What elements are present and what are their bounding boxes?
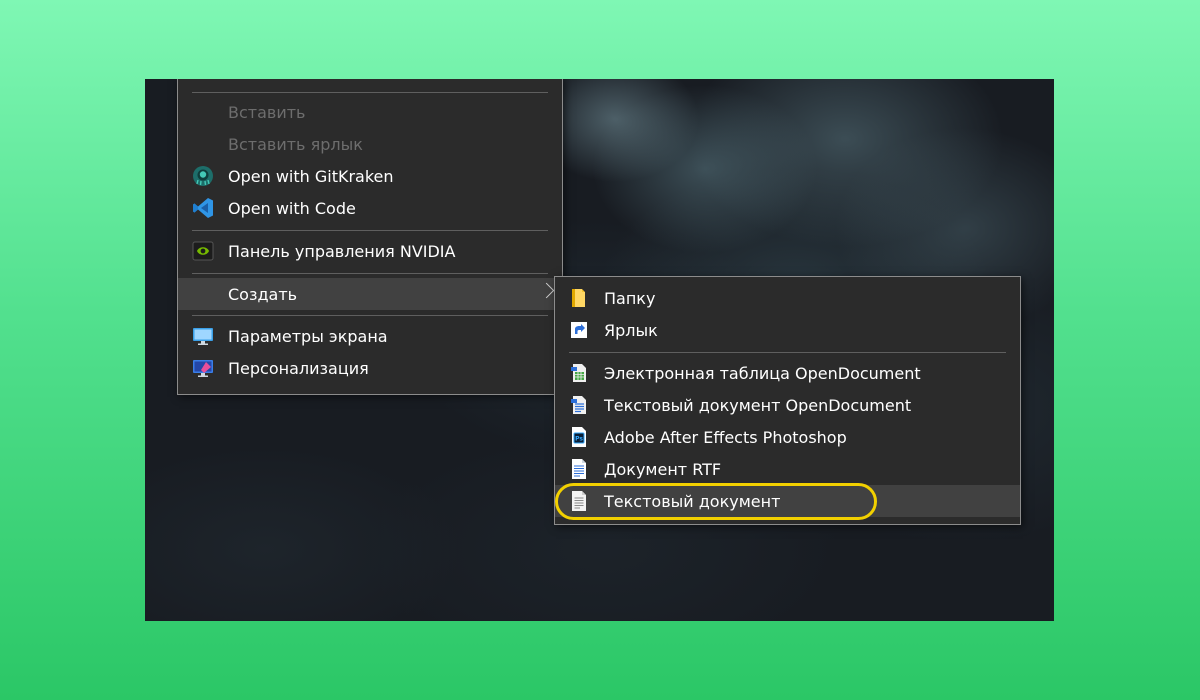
menu-item-personalization[interactable]: Персонализация [178, 352, 562, 384]
menu-item-nvidia-control-panel[interactable]: Панель управления NVIDIA [178, 235, 562, 267]
submenu-item-opendocument-text[interactable]: Текстовый документ OpenDocument [555, 389, 1020, 421]
menu-separator [192, 315, 548, 316]
shortcut-icon [568, 319, 590, 341]
submenu-item-photoshop[interactable]: Ps Adobe After Effects Photoshop [555, 421, 1020, 453]
gitkraken-icon [192, 165, 214, 187]
menu-separator [192, 92, 548, 93]
menu-item-label: Вставить [228, 102, 306, 122]
chevron-right-icon [538, 282, 555, 299]
text-document-icon [568, 490, 590, 512]
submenu-item-text-document[interactable]: Текстовый документ [555, 485, 1020, 517]
menu-item-paste-shortcut[interactable]: Вставить ярлык [178, 128, 562, 160]
display-icon [192, 325, 214, 347]
menu-item-label: Текстовый документ OpenDocument [604, 395, 912, 415]
svg-text:Ps: Ps [575, 436, 583, 443]
vscode-icon [192, 197, 214, 219]
menu-separator [569, 352, 1006, 353]
menu-item-display-settings[interactable]: Параметры экрана [178, 320, 562, 352]
menu-item-open-gitkraken[interactable]: Open with GitKraken [178, 160, 562, 192]
submenu-item-folder[interactable]: Папку [555, 282, 1020, 314]
folder-icon [568, 287, 590, 309]
odt-icon [568, 394, 590, 416]
nvidia-icon [192, 240, 214, 262]
menu-item-label: Электронная таблица OpenDocument [604, 363, 921, 383]
menu-separator [192, 273, 548, 274]
desktop-context-menu: Вставить Вставить ярлык Open with GitKra… [177, 79, 563, 395]
desktop-screen: Вставить Вставить ярлык Open with GitKra… [145, 79, 1054, 621]
menu-item-label: Документ RTF [604, 459, 722, 479]
menu-item-paste[interactable]: Вставить [178, 96, 562, 128]
photoshop-icon: Ps [568, 426, 590, 448]
rtf-icon [568, 458, 590, 480]
submenu-item-rtf-document[interactable]: Документ RTF [555, 453, 1020, 485]
menu-item-label: Персонализация [228, 358, 369, 378]
menu-item-label: Текстовый документ [604, 491, 781, 511]
create-submenu: Папку Ярлык Электронная таблица OpenDocu… [554, 276, 1021, 525]
ods-icon [568, 362, 590, 384]
menu-item-label: Adobe After Effects Photoshop [604, 427, 847, 447]
menu-separator [192, 230, 548, 231]
menu-item-label: Папку [604, 288, 656, 308]
menu-item-label: Создать [228, 284, 298, 304]
menu-item-label: Панель управления NVIDIA [228, 241, 456, 261]
submenu-item-shortcut[interactable]: Ярлык [555, 314, 1020, 346]
menu-item-label: Open with Code [228, 198, 356, 218]
menu-item-label: Open with GitKraken [228, 166, 394, 186]
menu-item-label: Вставить ярлык [228, 134, 363, 154]
submenu-item-opendocument-spreadsheet[interactable]: Электронная таблица OpenDocument [555, 357, 1020, 389]
menu-item-create[interactable]: Создать [178, 278, 562, 310]
menu-item-label: Параметры экрана [228, 326, 388, 346]
menu-item-label: Ярлык [604, 320, 658, 340]
menu-item-open-code[interactable]: Open with Code [178, 192, 562, 224]
personalization-icon [192, 357, 214, 379]
